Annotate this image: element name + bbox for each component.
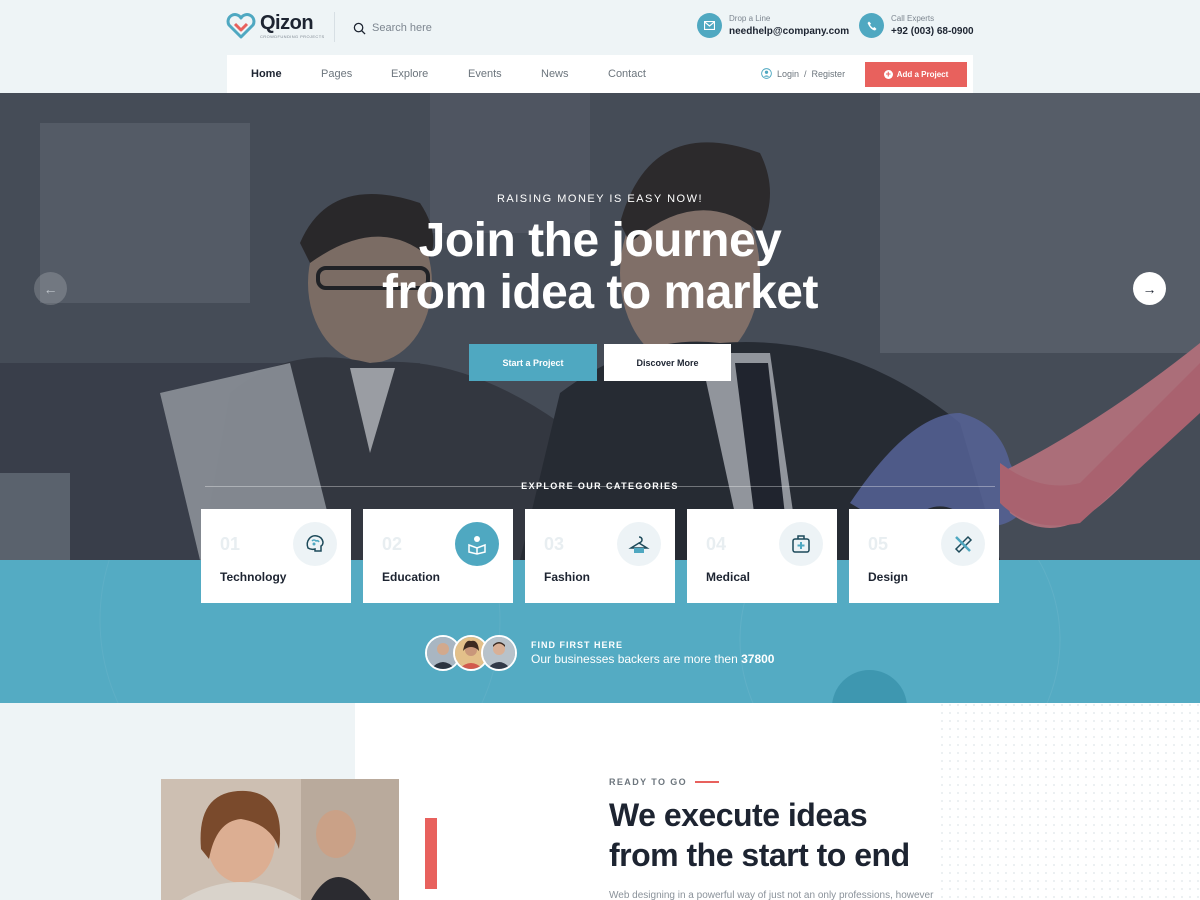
nav-menu: Home Pages Explore Events News Contact [251, 55, 668, 93]
about-title-line1: We execute ideas [609, 797, 868, 833]
accent-bar [425, 818, 437, 889]
category-card-education[interactable]: 02 Education [363, 509, 513, 603]
logo-name: Qizon [260, 12, 314, 34]
about-title: We execute ideas from the start to end [609, 795, 910, 875]
phone-icon [859, 13, 884, 38]
explore-categories-label: EXPLORE OUR CATEGORIES [521, 481, 679, 491]
about-eyebrow-label: READY TO GO [609, 777, 688, 787]
contact-phone-label: Call Experts [891, 14, 935, 23]
backers-info: FIND FIRST HERE Our businesses backers a… [425, 635, 774, 671]
backer-avatars [425, 635, 517, 671]
mail-icon [697, 13, 722, 38]
nav-item-explore[interactable]: Explore [391, 68, 468, 80]
nav-item-home[interactable]: Home [251, 68, 321, 80]
heart-logo-icon [226, 13, 256, 39]
category-card-medical[interactable]: 04 Medical [687, 509, 837, 603]
category-card-technology[interactable]: 01 Technology [201, 509, 351, 603]
search-bar [353, 18, 683, 38]
category-title: Technology [220, 570, 287, 584]
main-nav: Home Pages Explore Events News Contact L… [227, 55, 973, 93]
login-link[interactable]: Login [777, 69, 799, 79]
category-card-fashion[interactable]: 03 Fashion [525, 509, 675, 603]
hero-buttons: Start a Project Discover More [469, 344, 731, 381]
about-paragraph: Web designing in a powerful way of just … [609, 890, 934, 900]
backers-text: Our businesses backers are more then [531, 652, 738, 666]
hero-title-line2: from idea to market [382, 266, 818, 319]
about-eyebrow: READY TO GO [609, 777, 720, 787]
plus-icon: + [883, 69, 893, 79]
register-link[interactable]: Register [812, 69, 846, 79]
auth-separator: / [804, 68, 807, 79]
about-photo [161, 779, 399, 900]
hero-subtitle: RAISING MONEY IS EASY NOW! [496, 193, 704, 205]
category-number: 01 [220, 534, 241, 554]
header-divider [334, 12, 335, 42]
user-icon [761, 68, 772, 79]
top-header: Qizon CROWDFUNDING PROJECTS Drop a Line … [0, 0, 1200, 55]
search-icon[interactable] [353, 22, 366, 35]
hanger-icon [617, 522, 661, 566]
discover-more-button[interactable]: Discover More [604, 344, 731, 381]
category-number: 02 [382, 534, 403, 554]
logo[interactable]: Qizon CROWDFUNDING PROJECTS [226, 13, 325, 39]
contact-email[interactable]: Drop a Line needhelp@company.com [697, 13, 849, 38]
backers-label: FIND FIRST HERE [531, 640, 624, 650]
category-number: 05 [868, 534, 889, 554]
prev-arrow-icon[interactable]: ← [34, 272, 67, 305]
nav-item-news[interactable]: News [541, 68, 608, 80]
category-number: 04 [706, 534, 727, 554]
contact-phone-value[interactable]: +92 (003) 68-0900 [891, 25, 974, 38]
about-photo-image [161, 779, 399, 900]
logo-tagline: CROWDFUNDING PROJECTS [260, 34, 325, 39]
contact-email-value[interactable]: needhelp@company.com [729, 25, 849, 38]
search-input[interactable] [372, 22, 652, 34]
nav-item-pages[interactable]: Pages [321, 68, 391, 80]
nav-item-contact[interactable]: Contact [608, 68, 668, 80]
backers-description: Our businesses backers are more then 378… [531, 652, 774, 666]
ruler-pencil-icon [941, 522, 985, 566]
backers-count: 37800 [741, 652, 775, 666]
category-cards: 01 Technology 02 Education 03 Fashion 04… [201, 509, 999, 603]
add-project-label: Add a Project [896, 70, 949, 79]
add-project-button[interactable]: + Add a Project [865, 62, 967, 87]
auth-links: Login / Register [761, 68, 845, 79]
category-title: Medical [706, 570, 751, 584]
reading-icon [455, 522, 499, 566]
next-arrow-icon[interactable]: → [1133, 272, 1166, 305]
category-title: Education [382, 570, 441, 584]
brain-icon [293, 522, 337, 566]
explore-categories-heading: EXPLORE OUR CATEGORIES [0, 481, 1200, 491]
nav-item-events[interactable]: Events [468, 68, 541, 80]
category-card-design[interactable]: 05 Design [849, 509, 999, 603]
about-title-line2: from the start to end [609, 837, 910, 873]
category-number: 03 [544, 534, 565, 554]
category-title: Design [868, 570, 909, 584]
hero-slider: RAISING MONEY IS EASY NOW! Join the jour… [0, 93, 1200, 560]
contact-phone[interactable]: Call Experts +92 (003) 68-0900 [859, 13, 974, 38]
eyebrow-dash [695, 781, 720, 783]
avatar [481, 635, 517, 671]
start-project-button[interactable]: Start a Project [469, 344, 597, 381]
hero-title: Join the journey from idea to market [0, 215, 1200, 319]
category-title: Fashion [544, 570, 591, 584]
hero-title-line1: Join the journey [418, 214, 782, 267]
dot-pattern [940, 703, 1200, 900]
medical-kit-icon [779, 522, 823, 566]
contact-email-label: Drop a Line [729, 14, 771, 23]
